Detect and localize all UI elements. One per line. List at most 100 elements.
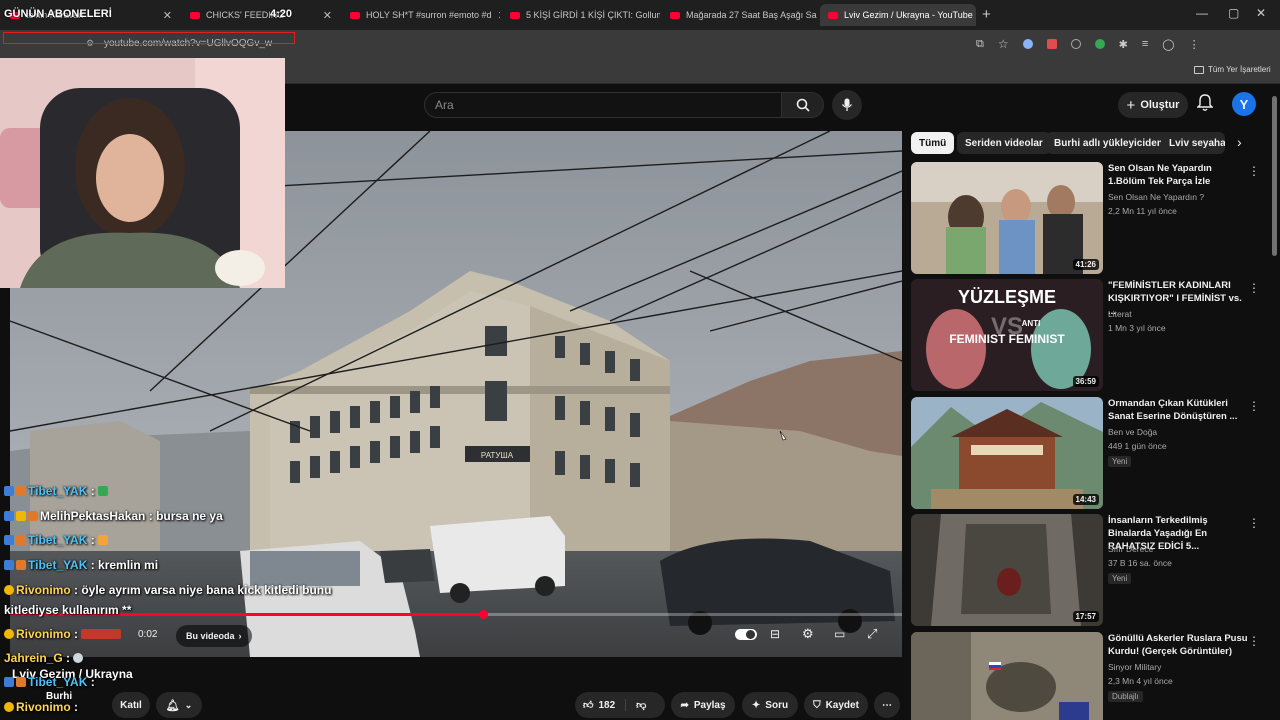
all-bookmarks[interactable]: Tüm Yer İşaretleri [1194,65,1271,74]
shop-sign-text: РАТУША [481,451,514,460]
close-tab-icon[interactable]: ✕ [163,9,172,22]
voice-search-button[interactable] [832,90,862,120]
chip-lviv[interactable]: Lviv seyahat [1161,132,1225,154]
like-count: 182 [598,699,616,711]
browser-tab[interactable]: 5 KİŞİ GİRDİ 1 KİŞİ ÇIKTI: Gollum ✕ [502,4,660,26]
video-channel[interactable]: Sinyor Military [1108,662,1161,672]
notifications-bell-icon[interactable] [1196,94,1214,117]
chat-message: Tibet_YAK : [4,675,95,689]
close-tab-icon[interactable]: ✕ [498,9,500,22]
dislike-button[interactable]: 👎︎ [626,699,646,711]
scrubber-handle[interactable] [478,610,488,619]
more-actions-icon[interactable]: ⋮ [1248,399,1260,413]
fullscreen-icon[interactable]: ⤢ [867,626,877,642]
extension-icon[interactable] [1046,39,1057,49]
search-input[interactable]: Ara [424,92,782,118]
all-bookmarks-label: Tüm Yer İşaretleri [1208,65,1271,74]
more-actions-icon[interactable]: ⋮ [1248,516,1260,530]
theater-mode-icon[interactable]: ▭ [834,627,845,641]
recommended-video[interactable]: YÜZLEŞME VS ANTI FEMINIST FEMINIST 36:59… [911,279,1271,391]
search-icon [796,98,810,112]
chip-all[interactable]: Tümü [911,132,955,154]
video-thumbnail[interactable]: YÜZLEŞME VS ANTI FEMINIST FEMINIST 36:59 [911,279,1103,391]
bell-icon: 🔔︎ [165,699,180,712]
autoplay-toggle[interactable] [735,629,757,640]
close-window-icon[interactable]: ✕ [1256,6,1266,20]
video-title[interactable]: Gönüllü Askerler Ruslara Pusu Kurdu! (Ge… [1108,632,1248,658]
video-title[interactable]: Ormandan Çıkan Kütükleri Sanat Eserine D… [1108,397,1248,423]
chevron-down-icon: ⌄ [184,699,193,710]
redaction-box [3,32,295,44]
chat-username: Tibet_YAK [28,675,88,689]
more-options-button[interactable]: ⋯ [874,692,900,718]
ask-button[interactable]: ✦ Soru [742,692,798,718]
youtube-favicon-icon [190,11,200,19]
video-meta: 2,2 Mn 11 yıl önce [1108,206,1177,216]
video-channel[interactable]: Literat [1108,309,1132,319]
chevron-right-icon[interactable]: › [1237,134,1242,150]
browser-tab-active[interactable]: Lviv Gezim / Ukrayna - YouTube ✕ [820,4,976,26]
more-actions-icon[interactable]: ⋮ [1248,634,1260,648]
video-channel[interactable]: Sen Olsan Ne Yapardın ? [1108,192,1204,202]
search-button[interactable] [782,92,824,118]
media-icon[interactable]: ≡ [1142,38,1148,50]
browser-tab[interactable]: CHICKS' FEEDING ✕ [182,4,340,26]
recommended-video[interactable]: 14:43 Ormandan Çıkan Kütükleri Sanat Ese… [911,397,1271,509]
subtitles-icon[interactable]: ⊟ [770,627,780,641]
join-button[interactable]: Katıl [112,692,150,718]
video-thumbnail[interactable]: 41:26 [911,162,1103,274]
chip-series[interactable]: Seriden videolar [957,132,1051,154]
time-display: 0:02 [138,629,158,640]
chat-text: bursa ne ya [156,509,223,523]
chapter-button[interactable]: Bu videoda › [176,625,252,647]
ask-label: Soru [765,699,789,711]
overlay-subscribers-title: GÜNÜN ABONELERİ [4,8,112,20]
chevron-right-icon: › [238,631,242,641]
video-channel[interactable]: Ben ve Doğa [1108,427,1157,437]
chip-uploader[interactable]: Burhi adlı yükleyiciden [1046,132,1171,154]
chat-message: Tibet_YAK : kremlin mi [4,558,158,572]
browser-menu-icon[interactable]: ⋮ [1189,38,1200,51]
new-badge: Yeni [1108,456,1132,467]
browser-tab[interactable]: Mağarada 27 Saat Baş Aşağı Sa ✕ [662,4,818,26]
restore-icon[interactable]: ▢ [1228,6,1239,20]
chat-message: MelihPektasHakan : bursa ne ya [4,509,223,523]
video-thumbnail[interactable]: 17:57 [911,514,1103,626]
close-tab-icon[interactable]: ✕ [323,9,332,22]
chat-message: Rivonimo : [4,627,123,641]
new-tab-icon[interactable]: + [982,6,991,23]
chat-username: Jahrein_G [4,651,63,665]
extension-icon[interactable] [1070,39,1081,49]
subscribe-bell-button[interactable]: 🔔︎ ⌄ [156,692,202,718]
extensions-puzzle-icon[interactable]: ✱ [1119,38,1128,51]
chat-text: kremlin mi [98,558,159,572]
video-channel[interactable]: Sıfır Derece [1108,544,1153,554]
bookmark-icon: ⛉ [813,699,821,711]
new-badge: Yeni [1108,573,1132,584]
recommended-video[interactable]: 41:26 Sen Olsan Ne Yapardın 1.Bölüm Tek … [911,162,1271,274]
thumbnail-heading: YÜZLEŞME [958,287,1056,307]
like-button[interactable]: 👍︎ 182 [583,699,627,711]
video-thumbnail[interactable]: 14:43 [911,397,1103,509]
cast-icon[interactable]: ⧉ [976,38,984,51]
more-actions-icon[interactable]: ⋮ [1248,281,1260,295]
more-horizontal-icon: ⋯ [882,699,892,711]
video-title[interactable]: Sen Olsan Ne Yapardın 1.Bölüm Tek Parça … [1108,162,1248,188]
settings-gear-icon[interactable]: ⚙ [802,626,814,642]
bookmark-star-icon[interactable]: ☆ [998,37,1009,51]
scrollbar-thumb[interactable] [1272,96,1277,256]
extension-icon[interactable] [1022,39,1033,49]
share-button[interactable]: ➦ Paylaş [671,692,735,718]
recommended-video[interactable]: Gönüllü Askerler Ruslara Pusu Kurdu! (Ge… [911,632,1271,720]
extension-icon[interactable] [1094,39,1105,49]
create-button[interactable]: + Oluştur [1118,92,1188,118]
browser-tab[interactable]: HOLY SH*T #surron #emoto #d ✕ [342,4,500,26]
save-button[interactable]: ⛉ Kaydet [804,692,868,718]
progress-bar[interactable] [10,613,902,616]
minimize-icon[interactable]: — [1196,6,1208,20]
profile-icon[interactable]: ◯ [1162,38,1174,51]
recommended-video[interactable]: 17:57 İnsanların Terkedilmiş Binalarda Y… [911,514,1271,626]
account-avatar[interactable]: Y [1232,92,1256,116]
more-actions-icon[interactable]: ⋮ [1248,164,1260,178]
video-thumbnail[interactable] [911,632,1103,720]
